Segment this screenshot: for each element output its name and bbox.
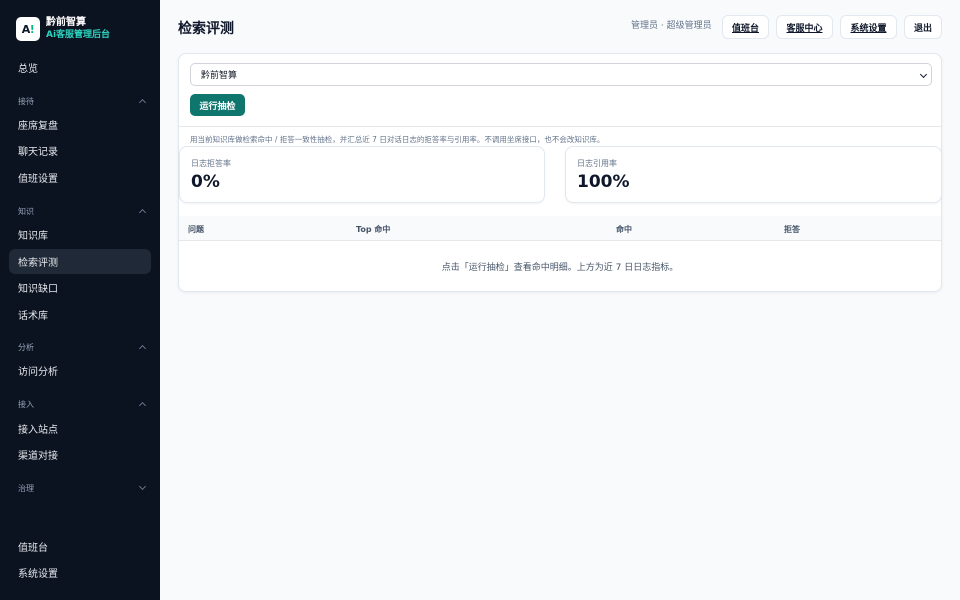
brand-name: 黔前智算: [46, 17, 86, 28]
stat-value: 100%: [577, 172, 630, 192]
sidebar-group-knowledge[interactable]: 知识: [18, 204, 147, 218]
button-label: 客服中心: [786, 23, 823, 34]
sidebar-group-label: 分析: [18, 342, 34, 352]
stat-label: 日志引用率: [577, 159, 617, 168]
sidebar-group-governance[interactable]: 治理: [18, 481, 147, 495]
logo-mark: !: [29, 22, 35, 36]
brand-subtitle: Ai客服管理后台: [46, 30, 111, 40]
brand-logo-icon: A!: [16, 17, 40, 41]
select-value: 黔前智算: [201, 71, 238, 81]
chevron-down-icon: [138, 482, 147, 491]
eval-card: 黔前智算 运行抽检 用当前知识库做检索命中 / 拒答一致性抽检，并汇总近 7 日…: [178, 53, 942, 292]
sidebar-item-knowledge-base[interactable]: 知识库: [9, 222, 151, 247]
sidebar-group-label: 知识: [18, 206, 34, 216]
sidebar-item-chat-logs[interactable]: 聊天记录: [9, 138, 151, 163]
user-info: 管理员 · 超级管理员: [631, 21, 712, 31]
sidebar-group-reception[interactable]: 接待: [18, 94, 147, 108]
sidebar-group-label: 治理: [18, 483, 34, 493]
sidebar-item-knowledge-gaps[interactable]: 知识缺口: [9, 275, 151, 300]
sidebar-group-analysis[interactable]: 分析: [18, 340, 147, 354]
stat-label: 日志拒答率: [191, 159, 231, 168]
sidebar-item-duty-settings[interactable]: 值班设置: [9, 165, 151, 190]
brand-text: 黔前智算 Ai客服管理后台: [46, 16, 110, 42]
stat-value: 0%: [191, 172, 220, 192]
chevron-up-icon: [138, 208, 147, 217]
sidebar-item-duty-desk[interactable]: 值班台: [9, 534, 151, 559]
table-header: 问题 Top 命中 命中 拒答: [179, 216, 941, 241]
chevron-up-icon: [138, 344, 147, 353]
column-header-top-hit: Top 命中: [356, 225, 391, 234]
button-label: 系统设置: [850, 23, 887, 34]
sidebar-item-sites[interactable]: 接入站点: [9, 416, 151, 441]
chevron-down-icon: [919, 70, 928, 79]
chevron-up-icon: [138, 98, 147, 107]
logout-button[interactable]: 退出: [904, 15, 942, 39]
run-check-button[interactable]: 运行抽检: [190, 94, 245, 116]
description-text: 用当前知识库做检索命中 / 拒答一致性抽检，并汇总近 7 日对话日志的拒答率与引…: [190, 135, 605, 144]
chevron-up-icon: [138, 401, 147, 410]
service-center-button[interactable]: 客服中心: [776, 15, 833, 39]
column-header-hit: 命中: [616, 225, 632, 234]
duty-desk-button[interactable]: 值班台: [722, 15, 769, 39]
sidebar-item-overview[interactable]: 总览: [9, 55, 151, 80]
system-settings-button[interactable]: 系统设置: [840, 15, 897, 39]
stat-refusal-rate: 日志拒答率 0%: [179, 146, 545, 203]
sidebar-group-access[interactable]: 接入: [18, 397, 147, 411]
column-header-question: 问题: [188, 225, 204, 234]
sidebar-item-visit-analysis[interactable]: 访问分析: [9, 358, 151, 383]
sidebar-item-seat-review[interactable]: 座席复盘: [9, 112, 151, 137]
logo-letter: A: [21, 22, 31, 36]
sidebar-item-retrieval-eval[interactable]: 检索评测: [9, 249, 151, 274]
sidebar-item-script-library[interactable]: 话术库: [9, 302, 151, 327]
sidebar-group-label: 接待: [18, 96, 34, 106]
table-empty-state: 点击「运行抽检」查看命中明细。上方为近 7 日日志指标。: [441, 263, 679, 273]
knowledge-base-select[interactable]: 黔前智算: [190, 63, 932, 86]
sidebar-item-channels[interactable]: 渠道对接: [9, 442, 151, 467]
sidebar: A! 黔前智算 Ai客服管理后台 总览 接待 座席复盘 聊天记录 值班设置 知识…: [0, 0, 160, 600]
brand[interactable]: A! 黔前智算 Ai客服管理后台: [16, 16, 110, 42]
divider: [179, 126, 941, 127]
sidebar-item-system-settings[interactable]: 系统设置: [9, 560, 151, 585]
column-header-refusal: 拒答: [784, 225, 800, 234]
stat-citation-rate: 日志引用率 100%: [565, 146, 942, 203]
sidebar-group-label: 接入: [18, 399, 34, 409]
button-label: 值班台: [731, 23, 759, 34]
button-label: 退出: [913, 23, 932, 34]
page-title: 检索评测: [178, 21, 234, 37]
